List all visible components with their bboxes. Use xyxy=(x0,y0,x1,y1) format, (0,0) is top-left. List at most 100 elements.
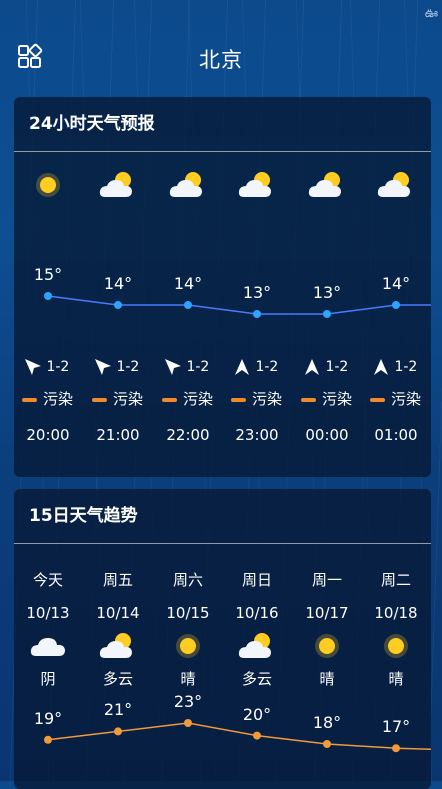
wind-level: 1-2 xyxy=(255,359,279,375)
daily-high-point xyxy=(44,735,52,744)
hour-label: 00:00 xyxy=(305,426,349,444)
condition-label: 阴 xyxy=(40,670,56,688)
wind-direction-icon xyxy=(164,359,182,375)
cloudy-icon xyxy=(237,630,277,662)
hourly-temp-point xyxy=(392,301,400,309)
day-label: 周六 xyxy=(172,571,203,589)
day-column[interactable]: 周日 10/16 多云 xyxy=(222,569,292,689)
cloudy-icon xyxy=(237,169,277,201)
hourly-temp-point xyxy=(44,292,52,300)
hourly-temp-label: 14° xyxy=(173,274,203,293)
wind-level: 1-2 xyxy=(46,359,70,375)
hourly-temp-label: 15° xyxy=(33,265,63,284)
air-quality: 污染 xyxy=(162,388,213,409)
hour-label: 20:00 xyxy=(26,426,70,444)
air-quality-bar xyxy=(370,397,385,402)
daily-high-point xyxy=(323,740,331,748)
wind-level: 1-2 xyxy=(394,359,418,375)
wind-info: 1-2 xyxy=(233,358,278,376)
daily-high-point xyxy=(392,744,400,753)
air-quality: 污染 xyxy=(231,388,282,409)
wind-level: 1-2 xyxy=(116,359,140,375)
air-quality-bar xyxy=(162,397,177,402)
air-quality-bar xyxy=(301,397,316,402)
condition-label: 晴 xyxy=(319,670,335,688)
hour-label: 21:00 xyxy=(96,426,140,444)
cloudy-icon xyxy=(376,169,416,201)
hour-label: 22:00 xyxy=(166,426,210,444)
air-quality: 污染 xyxy=(301,388,352,409)
hourly-temp-label: 14° xyxy=(381,274,411,293)
cloudy-icon xyxy=(98,630,138,662)
cloudy-icon xyxy=(307,169,347,201)
hourly-temp-point xyxy=(114,301,122,309)
day-label: 周二 xyxy=(380,571,411,589)
air-quality-label: 污染 xyxy=(113,390,144,408)
condition-label: 晴 xyxy=(180,670,196,688)
day-label: 周一 xyxy=(311,571,342,589)
day-label: 周五 xyxy=(102,571,133,589)
sun-icon xyxy=(168,630,208,662)
air-quality-label: 污染 xyxy=(252,390,283,408)
cloudy-icon xyxy=(98,169,138,201)
daily-high-label: 21° xyxy=(103,700,133,720)
day-label: 今天 xyxy=(32,571,63,589)
condition-label: 多云 xyxy=(241,670,272,688)
air-quality: 污染 xyxy=(22,388,73,409)
daily-high-label: 17° xyxy=(381,717,411,737)
date-label: 10/18 xyxy=(374,604,418,622)
sun-icon xyxy=(376,630,416,662)
day-column[interactable]: 今天 10/13 阴 xyxy=(14,569,83,689)
day-label: 周日 xyxy=(241,571,272,589)
air-quality-label: 污染 xyxy=(322,390,353,408)
condition-label: 晴 xyxy=(388,670,404,688)
condition-label: 多云 xyxy=(102,670,133,688)
date-label: 10/14 xyxy=(96,604,140,622)
air-quality-label: 污染 xyxy=(43,390,74,408)
hour-label: 23:00 xyxy=(235,426,279,444)
hourly-temp-point xyxy=(253,310,261,318)
date-label: 10/13 xyxy=(26,604,70,622)
day-column[interactable]: 周一 10/17 晴 xyxy=(292,569,362,689)
date-label: 10/16 xyxy=(235,604,279,622)
status-icon: ఊ xyxy=(424,6,438,20)
daily-high-point xyxy=(184,719,192,727)
day-column[interactable]: 周二 10/18 晴 xyxy=(361,569,431,689)
hourly-temp-label: 13° xyxy=(242,283,272,302)
hour-label: 01:00 xyxy=(374,426,418,444)
hourly-temp-point xyxy=(323,310,331,318)
daily-high-point xyxy=(253,731,261,740)
daily-high-label: 20° xyxy=(242,704,272,724)
day-column[interactable]: 周五 10/14 多云 xyxy=(83,569,153,689)
air-quality-label: 污染 xyxy=(183,390,214,408)
daily-trend-card: 15日天气趋势 今天 10/13 阴 19° 周五 10/14 多云 21° 周六 … xyxy=(14,489,431,789)
wind-info: 1-2 xyxy=(372,358,417,376)
sun-icon xyxy=(28,169,68,201)
wind-direction-icon xyxy=(233,359,251,375)
city-title[interactable]: 北京 xyxy=(0,44,442,74)
app-header: 北京 xyxy=(0,34,442,78)
air-quality: 污染 xyxy=(92,388,143,409)
daily-high-point xyxy=(114,727,122,736)
hourly-forecast-card: 24小时天气预报 15° 1-2 污染 20:00 14° 1-2 污染 21:00 1… xyxy=(14,97,431,477)
cloudy-icon xyxy=(168,169,208,201)
hourly-temp-label: 14° xyxy=(103,274,133,293)
air-quality-bar xyxy=(92,397,107,402)
air-quality-bar xyxy=(231,397,246,402)
wind-level: 1-2 xyxy=(186,359,210,375)
wind-level: 1-2 xyxy=(325,359,349,375)
wind-info: 1-2 xyxy=(24,358,69,376)
wind-direction-icon xyxy=(372,359,390,375)
wind-info: 1-2 xyxy=(94,358,139,376)
date-label: 10/17 xyxy=(305,604,349,622)
hourly-temp-point xyxy=(184,301,192,309)
wind-direction-icon xyxy=(303,359,321,375)
sun-icon xyxy=(307,630,347,662)
date-label: 10/15 xyxy=(166,604,210,622)
daily-high-label: 23° xyxy=(173,692,203,711)
daily-high-label: 18° xyxy=(312,713,342,732)
wind-info: 1-2 xyxy=(164,358,209,376)
air-quality: 污染 xyxy=(370,388,421,409)
daily-high-label: 19° xyxy=(33,708,63,728)
day-column[interactable]: 周六 10/15 晴 xyxy=(153,569,223,689)
